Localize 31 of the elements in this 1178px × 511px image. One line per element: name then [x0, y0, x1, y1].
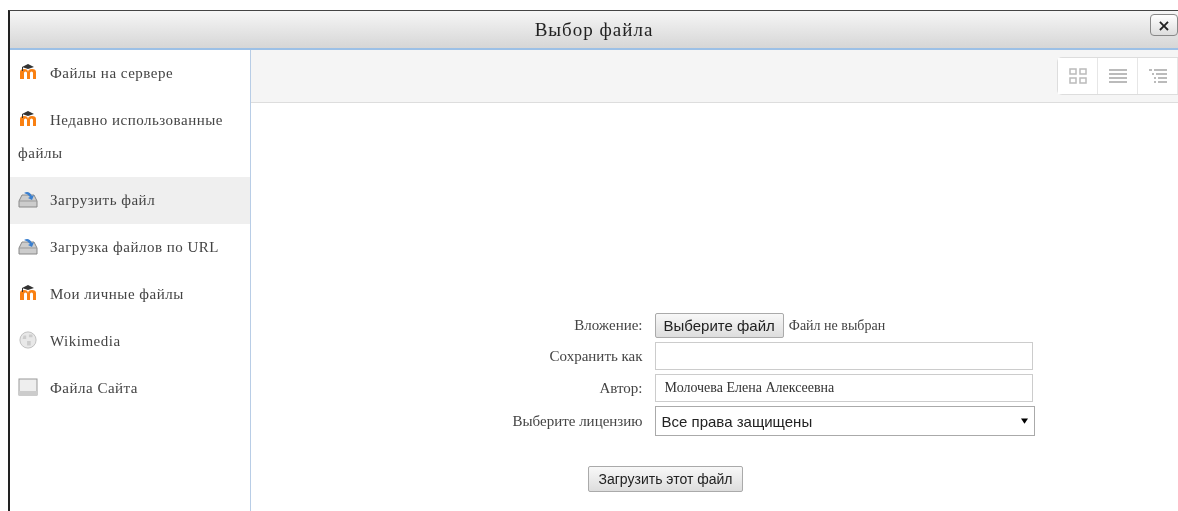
save-as-label: Сохранить как [548, 347, 643, 365]
view-button[interactable] [1058, 58, 1098, 94]
attachment-label: Вложение: [573, 317, 643, 334]
license-label: Выберите лицензию [512, 412, 643, 430]
sidebar-item[interactable]: Загрузить файл [10, 177, 250, 224]
author-label: Автор: [598, 379, 643, 397]
graduation-cap-icon [18, 63, 38, 81]
sidebar-item[interactable]: Недавно использованные файлы [10, 97, 250, 177]
choose-file-button[interactable]: Выберите файл [654, 313, 784, 338]
author-field[interactable]: Молочева Елена Алексеевна [654, 374, 1033, 402]
no-file-text: Файл не выбран [788, 317, 886, 334]
list-icon [1107, 67, 1128, 85]
sidebar-item[interactable]: Файла Сайта [10, 365, 250, 412]
tree-list-icon [1147, 67, 1168, 85]
upload-button[interactable]: Загрузить этот файл [587, 466, 744, 492]
graduation-cap-icon [18, 110, 38, 128]
graduation-cap-icon [18, 284, 38, 302]
grid-icon [1067, 67, 1088, 85]
license-dropdown[interactable]: Все права защищены [654, 406, 1035, 436]
sidebar-item[interactable]: Файлы на сервере [10, 50, 250, 97]
sidebar-item[interactable]: Wikimedia [10, 318, 250, 365]
globe-icon [18, 331, 38, 349]
sidebar-item[interactable]: Мои личные файлы [10, 271, 250, 318]
upload-tray-icon [18, 190, 38, 208]
close-button[interactable]: × [1150, 14, 1178, 36]
caret-icon [1020, 418, 1028, 424]
drive-icon [18, 378, 38, 396]
window-title: Выбор файла [534, 18, 654, 41]
save-as-field[interactable] [654, 342, 1033, 370]
sidebar-item[interactable]: Загрузка файлов по URL [10, 224, 250, 271]
upload-tray-icon [18, 237, 38, 255]
